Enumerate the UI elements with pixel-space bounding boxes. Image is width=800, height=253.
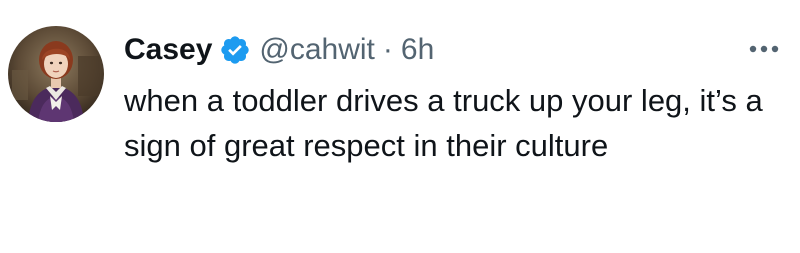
tweet-text: when a toddler drives a truck up your le… [124, 83, 763, 163]
tweet-header: Casey @cahwit · 6h [124, 28, 434, 72]
display-name[interactable]: Casey [124, 33, 212, 67]
tweet[interactable]: Casey @cahwit · 6h when a toddler drives… [0, 0, 800, 253]
user-handle[interactable]: @cahwit [259, 33, 375, 67]
more-options-icon[interactable] [742, 36, 786, 62]
timestamp[interactable]: 6h [401, 33, 434, 67]
avatar[interactable] [8, 26, 104, 122]
verified-badge-icon [219, 34, 251, 66]
separator-dot: · [382, 33, 393, 66]
avatar-portrait-icon [8, 26, 104, 122]
